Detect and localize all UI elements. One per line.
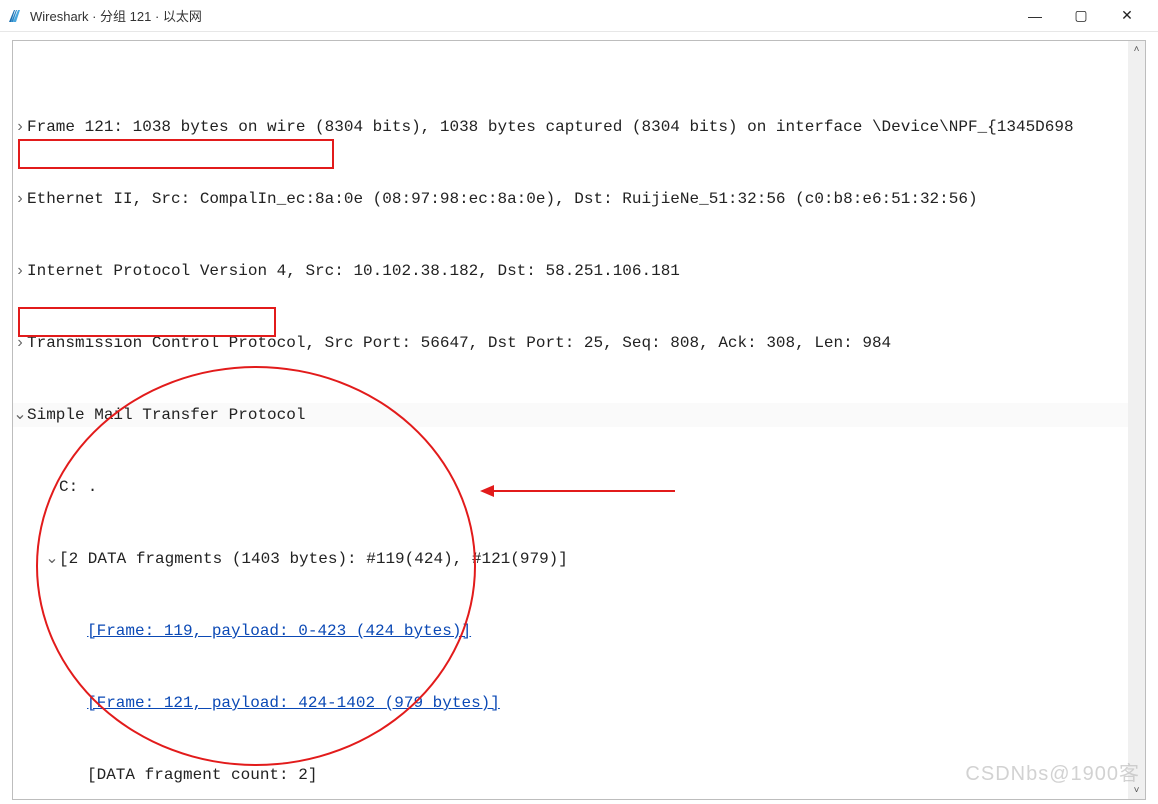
scroll-track[interactable] <box>1128 58 1145 782</box>
watermark: CSDNbs@1900客 <box>965 757 1140 786</box>
protocol-tree[interactable]: ›Frame 121: 1038 bytes on wire (8304 bit… <box>13 41 1145 800</box>
maximize-button[interactable]: ▢ <box>1058 0 1104 32</box>
collapse-icon[interactable]: ⌄ <box>13 403 27 427</box>
tree-item-frame-121[interactable]: [Frame: 121, payload: 424-1402 (979 byte… <box>87 691 500 715</box>
tree-item-frame-119[interactable]: [Frame: 119, payload: 0-423 (424 bytes)] <box>87 619 471 643</box>
expand-icon[interactable]: › <box>13 115 27 139</box>
window-title: Wireshark · 分组 121 · 以太网 <box>30 6 1012 25</box>
wireshark-fin-icon <box>8 8 24 24</box>
title-bar: Wireshark · 分组 121 · 以太网 — ▢ ✕ <box>0 0 1158 32</box>
tree-item-ip[interactable]: Internet Protocol Version 4, Src: 10.102… <box>27 259 680 283</box>
minimize-button[interactable]: — <box>1012 0 1058 32</box>
expand-icon[interactable]: › <box>13 259 27 283</box>
tree-item-frame[interactable]: Frame 121: 1038 bytes on wire (8304 bits… <box>27 115 1074 139</box>
tree-item-c[interactable]: C: . <box>59 475 97 499</box>
scroll-up-icon[interactable]: ˄ <box>1128 41 1145 58</box>
expand-icon[interactable]: › <box>13 331 27 355</box>
tree-item-ethernet[interactable]: Ethernet II, Src: CompalIn_ec:8a:0e (08:… <box>27 187 978 211</box>
tree-item-tcp[interactable]: Transmission Control Protocol, Src Port:… <box>27 331 891 355</box>
collapse-icon[interactable]: ⌄ <box>45 547 59 571</box>
tree-item-smtp[interactable]: Simple Mail Transfer Protocol <box>27 403 305 427</box>
tree-item-frag-count[interactable]: [DATA fragment count: 2] <box>87 763 317 787</box>
packet-details-pane: ›Frame 121: 1038 bytes on wire (8304 bit… <box>12 40 1146 800</box>
close-button[interactable]: ✕ <box>1104 0 1150 32</box>
tree-item-fragments[interactable]: [2 DATA fragments (1403 bytes): #119(424… <box>59 547 568 571</box>
vertical-scrollbar[interactable]: ˄ ˅ <box>1128 41 1145 799</box>
expand-icon[interactable]: › <box>13 187 27 211</box>
